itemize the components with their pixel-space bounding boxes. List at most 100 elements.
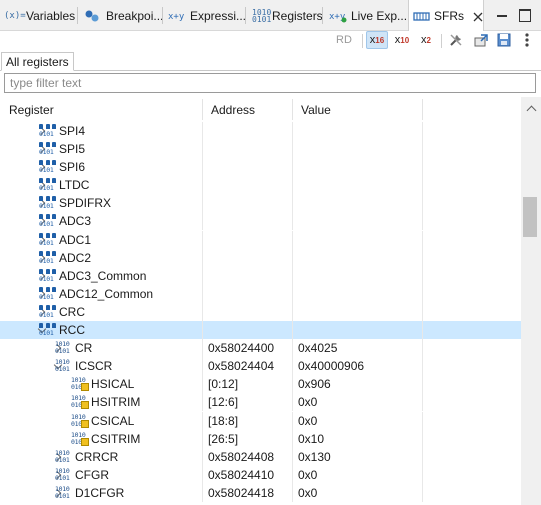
column-divider xyxy=(292,248,293,267)
tab-separator xyxy=(77,7,78,24)
peripheral-row[interactable]: 0101 ADC3_Common xyxy=(0,266,521,285)
peripheral-row[interactable]: 0101 LTDC xyxy=(0,176,521,195)
tab-expressions[interactable]: x+y Expressi... xyxy=(164,0,246,31)
register-name: CSICAL xyxy=(91,413,135,428)
column-divider xyxy=(202,122,203,140)
peripheral-icon: 0101 xyxy=(39,124,56,138)
expressions-icon: x+y xyxy=(168,9,188,23)
register-group-tabs: All registers xyxy=(0,52,541,71)
peripheral-icon: 0101 xyxy=(39,268,56,283)
peripheral-row[interactable]: 0101 ADC12_Common xyxy=(0,284,521,303)
export-icon[interactable] xyxy=(472,31,490,49)
register-name: ADC2 xyxy=(59,250,92,265)
tab-variables[interactable]: (x)= Variables xyxy=(0,0,75,31)
register-row[interactable]: 1010 0101 CFGR 0x58024410 0x0 xyxy=(0,465,521,484)
register-name: CR xyxy=(75,341,93,356)
peripheral-icon: 0101 xyxy=(39,214,56,228)
column-divider xyxy=(292,266,293,285)
tab-separator xyxy=(245,7,246,24)
bitfield-row[interactable]: 1010 0101 CSITRIM [26:5] 0x10 xyxy=(0,429,521,448)
tab-sfrs[interactable]: SFRs xyxy=(408,0,484,32)
hex-format-button[interactable]: x 16 xyxy=(366,31,388,49)
register-value[interactable]: 0x0 xyxy=(298,466,317,484)
read-registers-button[interactable]: RD xyxy=(333,31,355,49)
column-header-value[interactable]: Value xyxy=(292,97,422,122)
column-divider xyxy=(202,339,203,358)
column-divider xyxy=(202,447,203,466)
peripheral-row[interactable]: 0101 SPI6 xyxy=(0,158,521,177)
column-divider xyxy=(292,302,293,321)
column-divider xyxy=(202,212,203,231)
peripheral-row[interactable]: 0101 RCC xyxy=(0,321,521,340)
column-divider xyxy=(422,483,423,502)
register-address: 0x58024410 xyxy=(208,467,275,482)
register-value[interactable]: 0x4025 xyxy=(298,339,337,357)
tab-live-expressions[interactable]: x+y Live Exp... xyxy=(325,0,407,31)
register-value[interactable]: 0x10 xyxy=(298,430,324,448)
register-row[interactable]: 1010 0101 CR 0x58024400 0x4025 xyxy=(0,339,521,358)
column-divider xyxy=(292,284,293,303)
peripheral-row[interactable]: 0101 CRC xyxy=(0,302,521,321)
register-value[interactable]: 0x0 xyxy=(298,393,317,411)
scroll-up-arrow-icon[interactable] xyxy=(521,100,541,117)
peripheral-row[interactable]: 0101 SPI4 xyxy=(0,122,521,140)
column-divider xyxy=(292,230,293,249)
maximize-icon[interactable] xyxy=(518,8,532,22)
tab-all-registers[interactable]: All registers xyxy=(1,52,74,71)
tab-breakpoints[interactable]: Breakpoi... xyxy=(80,0,163,31)
bitfield-row[interactable]: 1010 0101 CSICAL [18:8] 0x0 xyxy=(0,411,521,430)
register-value[interactable]: 0x0 xyxy=(298,412,317,430)
peripheral-row[interactable]: 0101 ADC3 xyxy=(0,212,521,231)
register-name: ADC12_Common xyxy=(59,286,154,301)
peripheral-row[interactable]: 0101 SPDIFRX xyxy=(0,194,521,213)
column-divider xyxy=(422,465,423,484)
close-icon[interactable] xyxy=(473,11,483,22)
peripheral-icon: 0101 xyxy=(39,160,56,174)
binary-format-button[interactable]: x2 xyxy=(415,31,437,49)
bitfield-row[interactable]: 1010 0101 HSITRIM [12:6] 0x0 xyxy=(0,393,521,412)
register-name: CRRCR xyxy=(75,449,119,464)
decimal-format-sub: 10 xyxy=(400,35,410,45)
minimize-icon[interactable] xyxy=(495,8,509,22)
column-divider xyxy=(422,357,423,376)
register-name: ADC3_Common xyxy=(59,268,147,283)
column-divider xyxy=(422,140,423,159)
peripheral-row[interactable]: 0101 ADC2 xyxy=(0,248,521,267)
configure-icon[interactable] xyxy=(447,31,465,49)
register-value[interactable]: 0x906 xyxy=(298,375,331,393)
column-header-address[interactable]: Address xyxy=(202,97,292,122)
register-icon: 1010 0101 xyxy=(55,358,70,374)
scrollbar-thumb[interactable] xyxy=(523,197,537,237)
column-divider xyxy=(422,266,423,285)
sfr-icon xyxy=(413,9,432,23)
view-menu-icon[interactable] xyxy=(520,31,534,49)
register-row[interactable]: 1010 0101 ICSCR 0x58024404 0x40000906 xyxy=(0,357,521,376)
column-header-register[interactable]: Register xyxy=(0,97,202,122)
filter-input[interactable] xyxy=(4,73,536,93)
register-address: [18:8] xyxy=(208,413,239,428)
register-name: HSITRIM xyxy=(91,395,141,410)
register-name: RCC xyxy=(59,323,85,338)
register-address: 0x58024404 xyxy=(208,359,275,374)
peripheral-row[interactable]: 0101 ADC1 xyxy=(0,230,521,249)
register-value[interactable]: 0x130 xyxy=(298,448,331,466)
register-row[interactable]: 1010 0101 CRRCR 0x58024408 0x130 xyxy=(0,447,521,466)
decimal-format-button[interactable]: x 10 xyxy=(391,31,413,49)
vertical-scrollbar[interactable] xyxy=(521,97,541,505)
column-divider xyxy=(202,465,203,484)
bitfield-icon: 1010 0101 xyxy=(71,377,89,392)
tab-registers[interactable]: 1010 0101 Registers xyxy=(248,0,323,31)
live-expressions-icon: x+y xyxy=(329,9,349,23)
bitfield-row[interactable]: 1010 0101 HSICAL [0:12] 0x906 xyxy=(0,375,521,394)
column-divider xyxy=(292,339,293,358)
register-value[interactable]: 0x0 xyxy=(298,484,317,502)
register-name: SPDIFRX xyxy=(59,196,112,211)
save-icon[interactable] xyxy=(495,31,513,49)
register-row[interactable]: 1010 0101 D1CFGR 0x58024418 0x0 xyxy=(0,483,521,502)
register-name: D1CFGR xyxy=(75,485,125,500)
register-address: [12:6] xyxy=(208,395,239,410)
register-icon: 1010 0101 xyxy=(55,340,70,356)
register-value[interactable]: 0x40000906 xyxy=(298,357,364,375)
column-divider xyxy=(202,176,203,195)
peripheral-row[interactable]: 0101 SPI5 xyxy=(0,140,521,159)
